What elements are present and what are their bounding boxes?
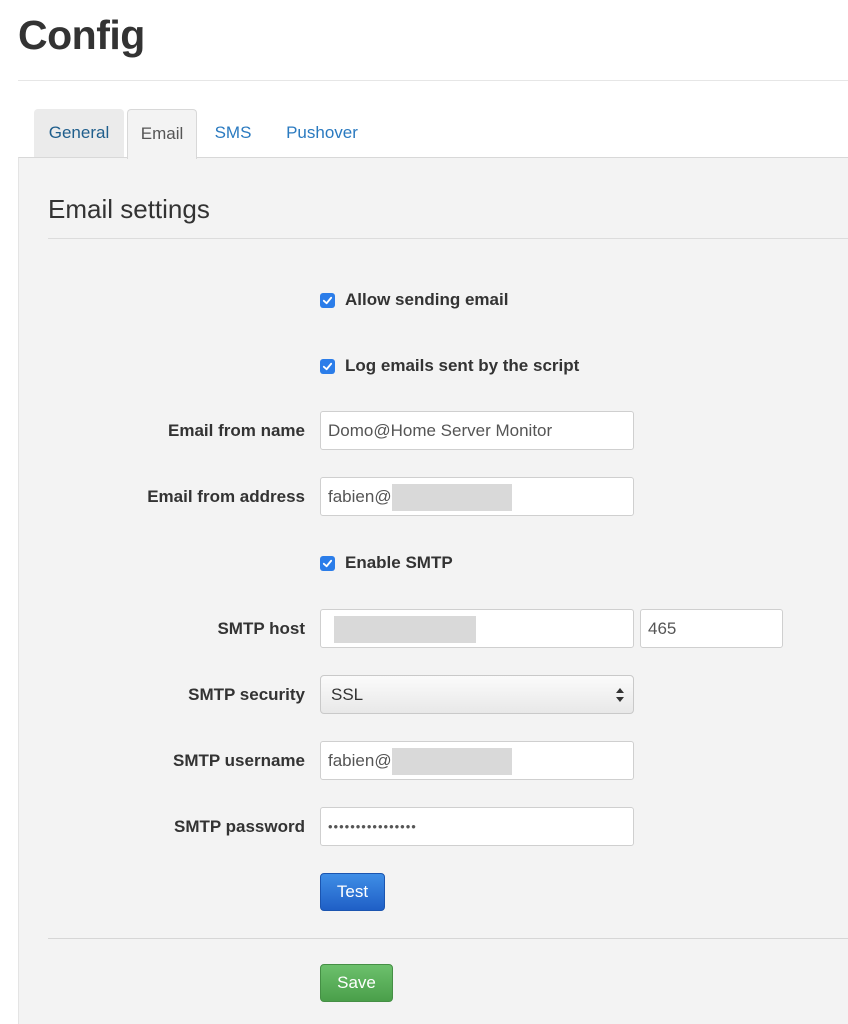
smtp-port-value: 465 [648,619,677,638]
allow-sending-email-checkbox[interactable] [320,292,335,308]
tab-sms[interactable]: SMS [204,109,262,157]
smtp-host-label: SMTP host [217,619,305,638]
smtp-security-value: SSL [331,685,364,704]
email-from-name-label: Email from name [168,421,305,440]
email-from-address-label: Email from address [147,487,305,506]
form-actions-divider [48,938,848,939]
tab-general[interactable]: General [34,109,124,157]
section-title: Email settings [48,194,210,224]
smtp-password-label: SMTP password [174,817,305,836]
select-arrows-icon [616,688,624,702]
email-from-name-input[interactable]: Domo@Home Server Monitor [320,411,634,450]
title-divider [18,80,848,81]
tab-pushover[interactable]: Pushover [272,109,372,157]
checkmark-icon [322,362,333,370]
test-button[interactable]: Test [320,873,385,911]
redacted-block [334,616,476,644]
checkmark-icon [322,296,333,304]
page-title: Config [18,12,145,58]
smtp-password-input[interactable]: •••••••••••••••• [320,807,634,846]
enable-smtp-checkbox[interactable] [320,555,335,571]
redacted-block [391,484,512,512]
enable-smtp-row: Enable SMTP [320,551,453,575]
allow-sending-email-label: Allow sending email [345,290,509,309]
log-emails-checkbox[interactable] [320,358,335,374]
save-button[interactable]: Save [320,964,393,1002]
redacted-block [391,748,512,776]
tab-email[interactable]: Email [127,109,197,159]
section-divider [48,238,848,239]
smtp-host-input[interactable] [320,609,634,648]
email-from-address-value: fabien@ [328,487,392,506]
smtp-username-value: fabien@ [328,751,392,770]
allow-sending-email-row: Allow sending email [320,288,508,312]
smtp-security-select[interactable]: SSL [320,675,634,714]
smtp-password-value: •••••••••••••••• [328,819,417,834]
smtp-security-label: SMTP security [188,685,305,704]
smtp-port-input[interactable]: 465 [640,609,783,648]
log-emails-row: Log emails sent by the script [320,354,579,378]
email-from-name-value: Domo@Home Server Monitor [328,421,553,440]
smtp-username-input[interactable]: fabien@ [320,741,634,780]
smtp-username-label: SMTP username [173,751,305,770]
enable-smtp-label: Enable SMTP [345,553,453,572]
checkmark-icon [322,559,333,567]
log-emails-label: Log emails sent by the script [345,356,580,375]
email-from-address-input[interactable]: fabien@ [320,477,634,516]
